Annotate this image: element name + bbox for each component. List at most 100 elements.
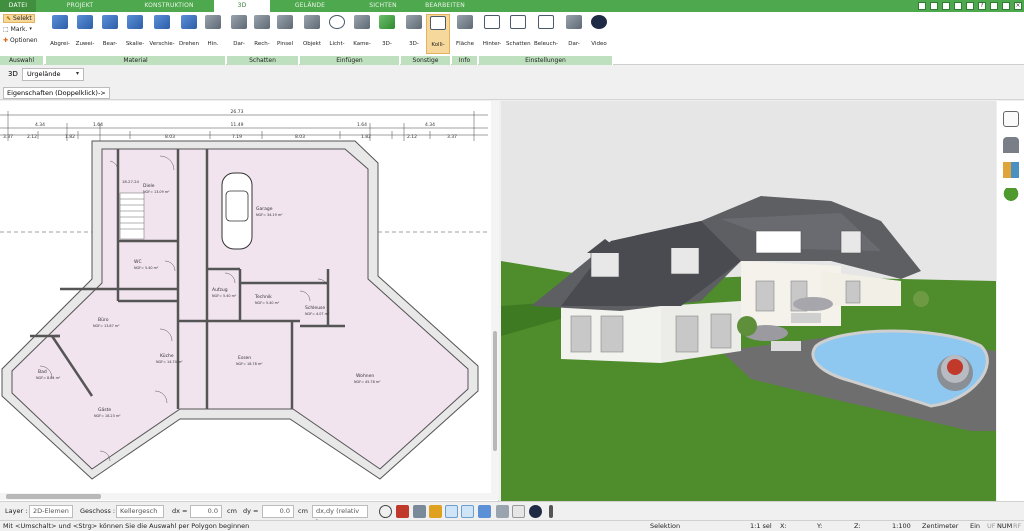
3d-scene[interactable] (501, 101, 996, 501)
window-controls: ? × (918, 0, 1022, 12)
mark-button[interactable]: ⬚ Mark. ▾ (3, 25, 32, 34)
group-label-einstellungen: Einstellungen (479, 56, 613, 65)
plan-horizontal-scrollbar[interactable] (0, 493, 499, 500)
status-z: Z: (854, 522, 861, 530)
tab-sichten[interactable]: SICHTEN (350, 0, 416, 12)
group-info: Fläche Info (452, 12, 478, 65)
tree-icon (379, 15, 395, 29)
plane-icon[interactable] (478, 505, 491, 518)
insert-3d-bitmap-button[interactable]: 3D- Bitmap (375, 14, 399, 66)
snap-icon[interactable] (413, 505, 426, 518)
dim-r2-3: 1.64 (357, 122, 367, 128)
save-icon[interactable] (942, 2, 950, 10)
assign-icon (77, 15, 93, 29)
group-sonstige: 3D- Schnitt Kolli- sion Sonstige (401, 12, 451, 67)
room-name-aufzug: Aufzug (212, 287, 228, 293)
insert-camera-button[interactable]: Kame- ra (350, 14, 374, 66)
tab-konstruktion[interactable]: KONSTRUKTION (124, 0, 214, 12)
tab-projekt[interactable]: PROJEKT (36, 0, 124, 12)
chair-icon[interactable] (1003, 137, 1019, 153)
print-icon[interactable] (954, 2, 962, 10)
dim-r3-2: 1.82 (65, 134, 75, 140)
help-icon[interactable]: ? (978, 2, 986, 10)
insert-object-button[interactable]: Objekt (300, 14, 324, 54)
stair-label: 18.27.24 (122, 179, 139, 184)
collision-button[interactable]: Kolli- sion (426, 14, 450, 67)
pen-icon[interactable] (918, 2, 926, 10)
close-icon[interactable]: × (1014, 2, 1022, 10)
car-icon (221, 172, 253, 250)
status-uf: UF (987, 522, 996, 530)
move-icon (154, 15, 170, 29)
floor-plan-view[interactable]: 26.73 4.34 1.64 11.49 1.64 4.34 3.37 2.1… (0, 101, 499, 501)
group-label-schatten: Schatten (227, 56, 299, 65)
edit-material-button[interactable]: Bear- beiten (98, 14, 122, 66)
layers-icon[interactable] (1003, 111, 1019, 127)
tab-gelaende[interactable]: GELÄNDE (270, 0, 350, 12)
3d-view[interactable] (501, 101, 996, 501)
tree-icon[interactable] (1003, 188, 1019, 204)
floor-plan-drawing[interactable]: 26.73 4.34 1.64 11.49 1.64 4.34 3.37 2.1… (0, 101, 491, 493)
insert-light-button[interactable]: Licht- quelle (325, 14, 349, 66)
shadow-calc-icon (254, 15, 270, 29)
display-button[interactable]: Dar- stellung (562, 14, 586, 66)
minimize-icon[interactable] (990, 2, 998, 10)
coord-mode-select[interactable]: dx,dy (relativ ka (312, 505, 368, 526)
dx-unit: cm (227, 507, 237, 515)
palette-icon[interactable] (1003, 162, 1019, 178)
ortho-icon[interactable] (461, 505, 474, 518)
tab-bearbeiten[interactable]: BEARBEITEN (416, 0, 474, 12)
north-icon[interactable] (529, 505, 542, 518)
dy-input[interactable]: 0.0 (262, 505, 294, 518)
status-num: NUM (997, 522, 1013, 530)
properties-button[interactable]: Eigenschaften (Doppelklick)-> (3, 87, 110, 99)
dx-input[interactable]: 0.0 (190, 505, 222, 518)
move-material-button[interactable]: Verschie- ben (148, 14, 176, 66)
clock-icon[interactable] (379, 505, 392, 518)
room-name-buero: Büro (98, 317, 109, 323)
lighting-button[interactable]: Beleuch- tung (532, 14, 560, 66)
grid-icon[interactable] (512, 505, 525, 518)
status-scale: 1:100 (892, 522, 911, 530)
restore-icon[interactable] (930, 2, 938, 10)
terrain-dropdown[interactable]: Urgelände (22, 68, 84, 81)
angle-icon[interactable] (445, 505, 458, 518)
area-button[interactable]: Fläche (453, 14, 477, 54)
room-area-wc: NGF= 5.40 m² (134, 266, 159, 270)
group-label-info: Info (452, 56, 478, 65)
rotate-material-button[interactable]: Drehen (177, 14, 201, 54)
pick-material-button[interactable]: Abgrei- fen (48, 14, 72, 66)
wall-icon[interactable] (496, 505, 509, 518)
section-3d-button[interactable]: 3D- Schnitt (402, 14, 426, 66)
record-icon[interactable] (396, 505, 409, 518)
maximize-icon[interactable] (1002, 2, 1010, 10)
background-button[interactable]: Hinter- grund (480, 14, 504, 66)
show-shadows-button[interactable]: Dar- stellen (227, 14, 251, 66)
brush-button[interactable]: Hin. Pinsel (201, 14, 225, 66)
dx-label: dx = (172, 507, 188, 515)
shadow-display-icon (231, 15, 247, 29)
room-area-kueche: NGF= 14.74 m² (156, 360, 183, 364)
select-button[interactable]: ⬉ Selekt (3, 14, 35, 23)
chair-icon (304, 15, 320, 29)
layer-select[interactable]: 2D-Elemen (29, 505, 73, 518)
view-mode-label: 3D (8, 70, 18, 78)
dim-r3-3: 8.03 (165, 134, 175, 140)
plan-vertical-scrollbar[interactable] (491, 101, 499, 493)
grid-snap-icon[interactable] (429, 505, 442, 518)
grid-icon[interactable] (966, 2, 974, 10)
tab-datei[interactable]: DATEI (0, 0, 36, 12)
floor-select[interactable]: Kellergesch (116, 505, 164, 518)
scale-material-button[interactable]: Skalie- ren (123, 14, 147, 66)
shadow-brush-button[interactable]: Pinsel (273, 14, 297, 54)
room-area-aufzug: NGF= 5.40 m² (212, 294, 237, 298)
room-name-garage: Garage (256, 206, 273, 212)
calc-shadows-button[interactable]: Rech- nen (250, 14, 274, 66)
shadow-settings-button[interactable]: Schatten (506, 14, 531, 54)
video-button[interactable]: Video (587, 14, 611, 54)
group-label-einfuegen: Einfügen (300, 56, 400, 65)
dim-r3-5: 8.03 (295, 134, 305, 140)
options-button[interactable]: ✚ Optionen (3, 36, 38, 45)
section-icon (406, 15, 422, 29)
assign-material-button[interactable]: Zuwei- sen (73, 14, 97, 66)
